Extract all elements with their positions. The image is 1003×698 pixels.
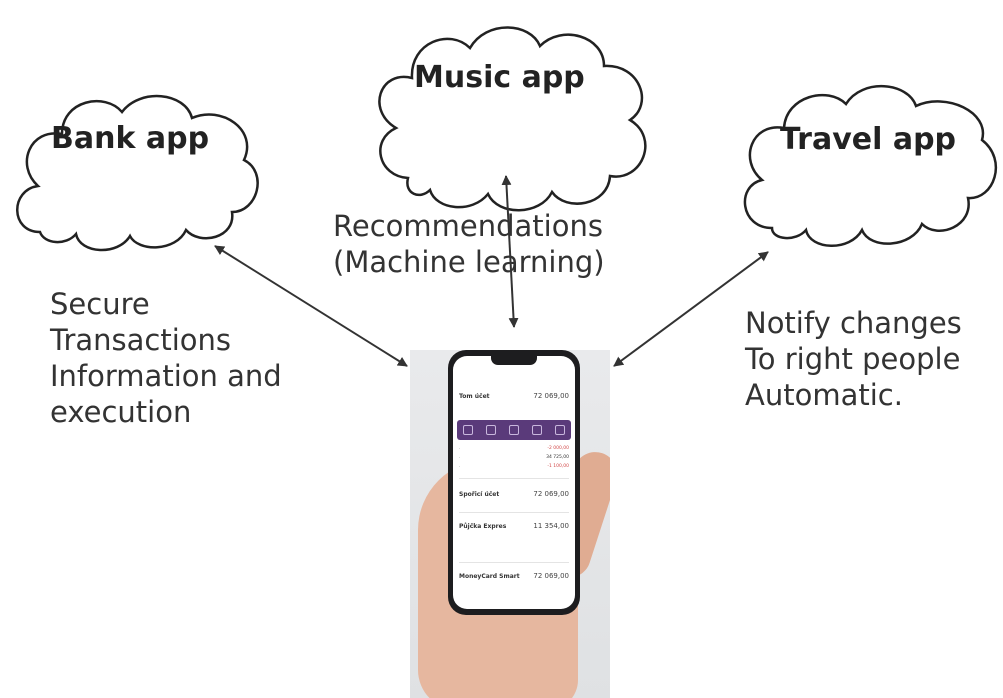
tx-row-2-amount: 34 725,00 <box>546 455 569 460</box>
bank-note: Secure Transactions Information and exec… <box>50 286 282 430</box>
tx-row-3-amount: -1 100,00 <box>547 464 569 469</box>
account1-title: Tom účet <box>459 392 490 400</box>
action-icon-1 <box>463 425 474 435</box>
action-icon-5 <box>554 425 565 435</box>
separator-2 <box>459 512 569 513</box>
bank-note-line-1: Secure <box>50 287 150 321</box>
tx-row-2-desc: · <box>459 455 461 460</box>
phone-screen: Tom účet 72 069,00 · -2 000,00 · 34 725,… <box>453 356 575 609</box>
music-note-line-2: (Machine learning) <box>333 245 605 279</box>
tx-row-1: · -2 000,00 <box>459 446 569 451</box>
bank-note-line-3: Information and <box>50 359 282 393</box>
tx-row-3-desc: · <box>459 464 461 469</box>
account2-title: Spořicí účet <box>459 490 500 498</box>
tx-row-3: · -1 100,00 <box>459 464 569 469</box>
account1-row: Tom účet 72 069,00 <box>459 392 569 400</box>
account4-title: MoneyCard Smart <box>459 572 520 580</box>
account2-row: Spořicí účet 72 069,00 <box>459 490 569 498</box>
account1-amount: 72 069,00 <box>533 392 569 400</box>
tx-row-1-desc: · <box>459 446 461 451</box>
travel-note-line-2: To right people <box>745 342 961 376</box>
bank-app-cloud <box>16 94 259 252</box>
account4-row: MoneyCard Smart 72 069,00 <box>459 572 569 580</box>
account3-title: Půjčka Expres <box>459 522 507 530</box>
tx-row-2: · 34 725,00 <box>459 455 569 460</box>
account2-amount: 72 069,00 <box>533 490 569 498</box>
music-note-line-1: Recommendations <box>333 209 603 243</box>
travel-note-line-3: Automatic. <box>745 378 903 412</box>
bank-note-line-2: Transactions <box>50 323 232 357</box>
travel-note-line-1: Notify changes <box>745 306 962 340</box>
travel-app-label: Travel app <box>780 122 957 157</box>
phone-action-bar <box>457 420 571 440</box>
music-app-cloud <box>378 26 647 212</box>
account3-amount: 11 354,00 <box>533 522 569 530</box>
action-icon-3 <box>508 425 519 435</box>
separator-3 <box>459 562 569 563</box>
bank-app-label: Bank app <box>51 121 210 156</box>
account3-row: Půjčka Expres 11 354,00 <box>459 522 569 530</box>
music-app-label: Music app <box>414 60 585 95</box>
travel-app-cloud <box>743 84 998 247</box>
tx-row-1-amount: -2 000,00 <box>547 446 569 451</box>
account4-amount: 72 069,00 <box>533 572 569 580</box>
smartphone: Tom účet 72 069,00 · -2 000,00 · 34 725,… <box>448 350 580 615</box>
action-icon-2 <box>486 425 497 435</box>
separator-1 <box>459 478 569 479</box>
music-note: Recommendations (Machine learning) <box>333 208 605 280</box>
phone-photo: Tom účet 72 069,00 · -2 000,00 · 34 725,… <box>410 350 610 698</box>
travel-note: Notify changes To right people Automatic… <box>745 305 962 413</box>
action-icon-4 <box>531 425 542 435</box>
phone-notch <box>491 356 537 365</box>
bank-note-line-4: execution <box>50 395 192 429</box>
